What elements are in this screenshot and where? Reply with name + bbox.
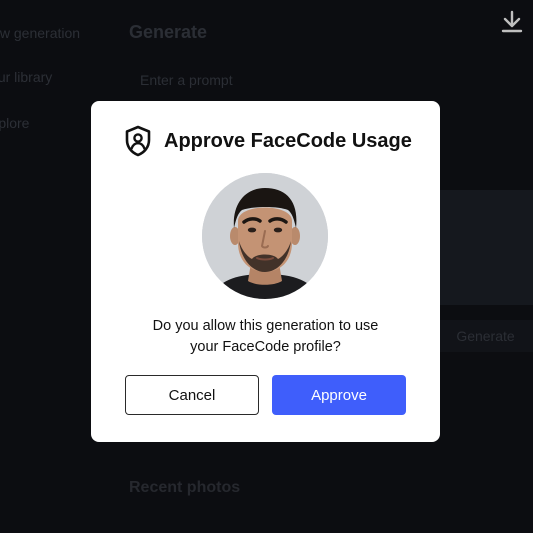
- cancel-button[interactable]: Cancel: [125, 375, 259, 415]
- avatar: [202, 173, 328, 299]
- shield-user-icon: [125, 125, 151, 157]
- dialog-header: Approve FaceCode Usage: [124, 125, 412, 157]
- dialog-question: Do you allow this generation to use your…: [91, 316, 440, 358]
- facecode-approval-dialog: Approve FaceCode Usage Do you allow this…: [91, 101, 440, 442]
- dialog-title: Approve FaceCode Usage: [164, 129, 412, 152]
- approve-button[interactable]: Approve: [272, 375, 406, 415]
- dialog-question-line-2: your FaceCode profile?: [190, 339, 341, 355]
- dialog-question-line-1: Do you allow this generation to use: [152, 318, 379, 334]
